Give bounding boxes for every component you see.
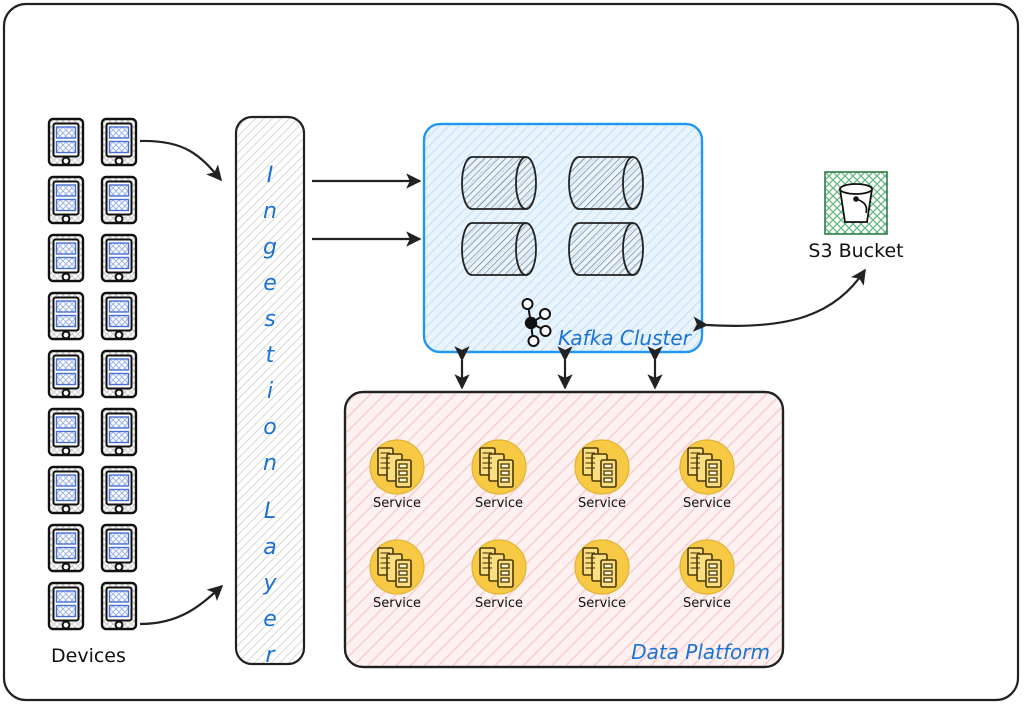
service-icon: [369, 539, 425, 595]
svg-text:a: a: [263, 535, 276, 560]
service-label: Service: [373, 596, 421, 611]
service-icon: [679, 539, 735, 595]
s3-bucket-label: S3 Bucket: [808, 240, 903, 262]
device-icon: [100, 349, 138, 399]
kafka-cluster-group: Kafka Cluster: [422, 122, 704, 354]
device-icon: [100, 523, 138, 573]
service-icon: [471, 539, 527, 595]
device-icon: [100, 175, 138, 225]
service-node: Service: [574, 439, 630, 511]
service-label: Service: [475, 496, 523, 511]
service-node: Service: [574, 539, 630, 611]
device-icon: [47, 175, 85, 225]
service-label: Service: [683, 496, 731, 511]
service-label: Service: [373, 496, 421, 511]
service-icon: [369, 439, 425, 495]
device-icon: [47, 291, 85, 341]
service-icon: [574, 539, 630, 595]
device-icon: [100, 233, 138, 283]
svg-text:e: e: [263, 271, 277, 296]
device-icon: [47, 523, 85, 573]
service-label: Service: [578, 596, 626, 611]
svg-text:I: I: [267, 163, 274, 188]
device-icon: [100, 407, 138, 457]
svg-text:g: g: [263, 235, 277, 260]
device-icon: [100, 581, 138, 631]
device-icon: [100, 117, 138, 167]
diagram-svg: Devices I n g e s t i o n L a y e r Kafk…: [2, 2, 1020, 702]
bucket-icon: [824, 171, 888, 235]
service-node: Service: [471, 439, 527, 511]
device-icon: [47, 117, 85, 167]
device-icon: [47, 233, 85, 283]
device-icon: [100, 465, 138, 515]
device-icon: [47, 465, 85, 515]
svg-text:e: e: [263, 607, 277, 632]
service-icon: [471, 439, 527, 495]
svg-text:n: n: [263, 451, 277, 476]
data-platform-label: Data Platform: [631, 640, 770, 664]
service-icon: [679, 439, 735, 495]
ingestion-layer-label: I n g e s t i o n L a y e r: [262, 163, 277, 668]
kafka-broker-icon: [461, 156, 537, 210]
device-icon: [47, 407, 85, 457]
service-node: Service: [369, 439, 425, 511]
service-label: Service: [683, 596, 731, 611]
service-icon: [574, 439, 630, 495]
kafka-cluster-label: Kafka Cluster: [558, 326, 693, 350]
service-label: Service: [475, 596, 523, 611]
diagram-canvas: Devices I n g e s t i o n L a y e r Kafk…: [0, 0, 1024, 706]
svg-text:i: i: [267, 379, 273, 404]
service-label: Service: [578, 496, 626, 511]
data-platform-group: Service Service Service Service Service: [343, 390, 785, 669]
service-node: Service: [679, 439, 735, 511]
devices-label: Devices: [51, 645, 126, 667]
svg-text:y: y: [262, 571, 277, 596]
svg-text:n: n: [263, 199, 277, 224]
svg-text:t: t: [266, 343, 276, 368]
service-node: Service: [369, 539, 425, 611]
svg-text:s: s: [264, 307, 275, 332]
kafka-broker-icon: [461, 222, 537, 276]
svg-text:L: L: [264, 499, 276, 524]
kafka-broker-icon: [568, 156, 644, 210]
device-icon: [47, 349, 85, 399]
service-node: Service: [471, 539, 527, 611]
ingestion-layer-group: I n g e s t i o n L a y e r: [234, 115, 306, 668]
kafka-broker-icon: [568, 222, 644, 276]
svg-text:o: o: [263, 415, 276, 440]
device-icon: [47, 581, 85, 631]
service-node: Service: [679, 539, 735, 611]
device-icon: [100, 291, 138, 341]
